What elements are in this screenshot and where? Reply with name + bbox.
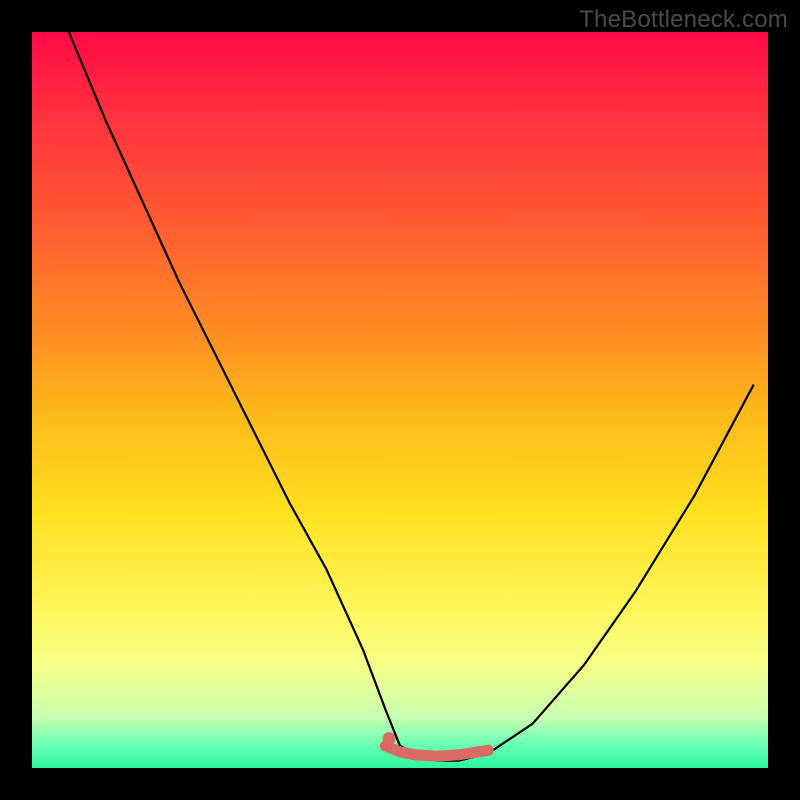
flat-start-dot — [383, 732, 396, 745]
bottleneck-curve — [69, 32, 754, 761]
chart-svg — [32, 32, 768, 768]
flat-bottom-highlight — [385, 746, 488, 756]
chart-frame: TheBottleneck.com — [0, 0, 800, 800]
chart-plot-area — [32, 32, 768, 768]
watermark-text: TheBottleneck.com — [579, 6, 788, 34]
